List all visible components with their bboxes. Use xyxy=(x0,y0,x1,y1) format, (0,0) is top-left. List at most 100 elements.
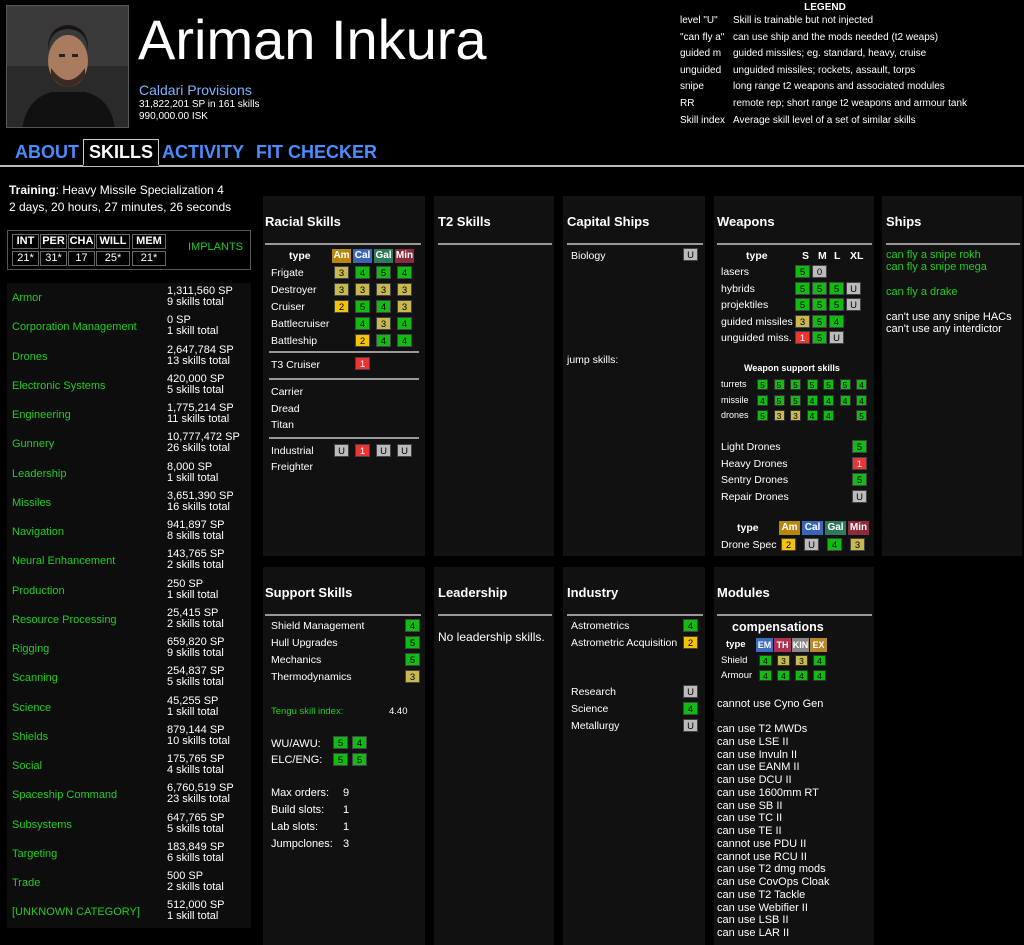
skill-category-link[interactable]: [UNKNOWN CATEGORY] xyxy=(12,906,140,918)
skill-level-box: 2 xyxy=(355,334,370,347)
support-level-box: 5 xyxy=(773,394,785,406)
corporation-link[interactable]: Caldari Provisions xyxy=(139,82,252,98)
skill-category-link[interactable]: Gunnery xyxy=(12,438,54,450)
cant-use-entry: can't use any interdictor xyxy=(886,323,1002,335)
skill-level-box: 4 xyxy=(355,266,370,279)
stat-value: 3 xyxy=(343,838,350,850)
attribute-header: PER xyxy=(40,234,67,249)
compensation-level-box: 4 xyxy=(759,655,772,666)
skill-category-link[interactable]: Navigation xyxy=(12,526,64,538)
skill-category-link[interactable]: Production xyxy=(12,585,65,597)
ships-panel: Ships can fly a snipe rokh can fly a snip… xyxy=(882,196,1022,556)
category-skill-count: 1 skill total xyxy=(167,471,219,484)
skill-level-box: U xyxy=(376,444,391,457)
support-row-label: drones xyxy=(721,410,749,420)
compensation-level-box: 4 xyxy=(813,670,826,681)
compensation-level-box: 3 xyxy=(777,655,790,666)
skill-category-link[interactable]: Drones xyxy=(12,351,47,363)
race-header: Am xyxy=(332,249,351,263)
support-level-box: 5 xyxy=(790,394,801,406)
skill-category-link[interactable]: Electronic Systems xyxy=(12,380,106,392)
legend: LEGEND level "U" Skill is trainable but n… xyxy=(680,2,1020,129)
biology-label: Biology xyxy=(571,250,606,262)
stat-value: 9 xyxy=(343,787,350,799)
ships-title: Ships xyxy=(886,214,922,229)
support-row-label: missile xyxy=(721,394,749,405)
skill-category-link[interactable]: Social xyxy=(12,760,42,772)
type-header: type xyxy=(737,522,759,534)
skill-level-box: 3 xyxy=(355,283,370,296)
modules-title: Modules xyxy=(717,585,770,600)
compensation-level-box: 4 xyxy=(813,655,826,666)
skill-level-box: U xyxy=(852,489,867,503)
type-header: type xyxy=(746,250,768,262)
skill-category-link[interactable]: Leadership xyxy=(12,468,66,480)
skill-level-box: U xyxy=(683,719,698,732)
skill-category-link[interactable]: Subsystems xyxy=(12,819,72,831)
skill-category-link[interactable]: Scanning xyxy=(12,672,58,684)
skill-category-link[interactable]: Science xyxy=(12,702,51,714)
skill-category-link[interactable]: Missiles xyxy=(12,497,51,509)
legend-key: "can fly a" xyxy=(680,31,725,43)
tab-activity[interactable]: ACTIVITY xyxy=(162,142,244,163)
skill-category-link[interactable]: Engineering xyxy=(12,409,71,421)
skill-level-box: 4 xyxy=(829,314,844,328)
support-level-box: 4 xyxy=(806,410,818,421)
support-skill-label: Hull Upgrades xyxy=(271,637,338,649)
support-skill-label: Mechanics xyxy=(271,654,322,666)
weapon-type-label: projektiles xyxy=(721,299,769,311)
legend-row: unguided unguided missiles; rockets, assa… xyxy=(680,63,967,80)
training-label: Training xyxy=(9,183,56,197)
skill-level-box: U xyxy=(846,281,861,295)
module-capability: can use DCU II xyxy=(717,774,792,786)
skill-category-link[interactable]: Neural Enhancement xyxy=(12,555,115,567)
industry-skill-label: Astrometric Acquisition xyxy=(571,637,678,649)
legend-title: LEGEND xyxy=(804,2,846,13)
tab-skills[interactable]: SKILLS xyxy=(83,139,160,166)
skill-category-link[interactable]: Corporation Management xyxy=(12,321,137,333)
t2-skills-title: T2 Skills xyxy=(438,214,491,229)
category-skill-count: 10 skills total xyxy=(167,734,230,747)
legend-text: Average skill level of a set of similar … xyxy=(733,114,916,126)
skill-category-link[interactable]: Shields xyxy=(12,731,48,743)
skill-level-box: 3 xyxy=(795,314,810,328)
training-skill: : Heavy Missile Specialization 4 xyxy=(55,183,224,197)
legend-row: snipe long range t2 weapons and associate… xyxy=(680,79,967,96)
skill-level-box: 5 xyxy=(812,331,827,344)
skill-category-link[interactable]: Targeting xyxy=(12,848,57,860)
category-sp: 2,647,784 SP xyxy=(167,343,234,356)
leadership-panel: Leadership No leadership skills. xyxy=(434,567,554,945)
skill-category-link[interactable]: Armor xyxy=(12,292,42,304)
category-skill-count: 2 skills total xyxy=(167,617,224,630)
skill-level-box: U xyxy=(804,538,819,551)
industry-title: Industry xyxy=(567,585,619,600)
ship-class-label: Frigate xyxy=(271,267,304,279)
stat-label: Build slots: xyxy=(271,804,325,816)
tab-fit-checker[interactable]: FIT CHECKER xyxy=(256,142,377,163)
skill-category-link[interactable]: Resource Processing xyxy=(12,614,117,626)
industry-skill-label: Science xyxy=(571,703,609,715)
stat-value: 1 xyxy=(343,804,350,816)
skill-category-link[interactable]: Rigging xyxy=(12,643,49,655)
resist-header: EX xyxy=(810,638,827,652)
implants-link[interactable]: IMPLANTS xyxy=(188,241,243,253)
tab-bar: ABOUT SKILLS ACTIVITY FIT CHECKER xyxy=(0,139,1024,167)
module-capability: cannot use PDU II xyxy=(717,837,807,850)
skill-level-box: 4 xyxy=(683,702,698,715)
t3-cruiser-label: T3 Cruiser xyxy=(271,359,321,371)
skill-level-box: 4 xyxy=(397,266,412,279)
support-level-box: 4 xyxy=(839,394,851,406)
skill-level-box: 1 xyxy=(355,444,370,457)
skill-category-link[interactable]: Trade xyxy=(12,877,40,889)
race-header: Cal xyxy=(353,249,372,263)
drone-skill-label: Heavy Drones xyxy=(721,457,788,470)
skill-level-box: 5 xyxy=(405,653,420,666)
category-sp: 45,255 SP xyxy=(167,694,219,707)
weapon-type-label: lasers xyxy=(721,266,750,278)
tab-about[interactable]: ABOUT xyxy=(15,142,79,163)
category-sp: 8,000 SP xyxy=(167,460,213,473)
skill-level-box: 2 xyxy=(781,538,796,551)
skill-category-link[interactable]: Spaceship Command xyxy=(12,789,117,801)
module-capability: can use SB II xyxy=(717,799,783,812)
race-header: Gal xyxy=(374,249,393,263)
